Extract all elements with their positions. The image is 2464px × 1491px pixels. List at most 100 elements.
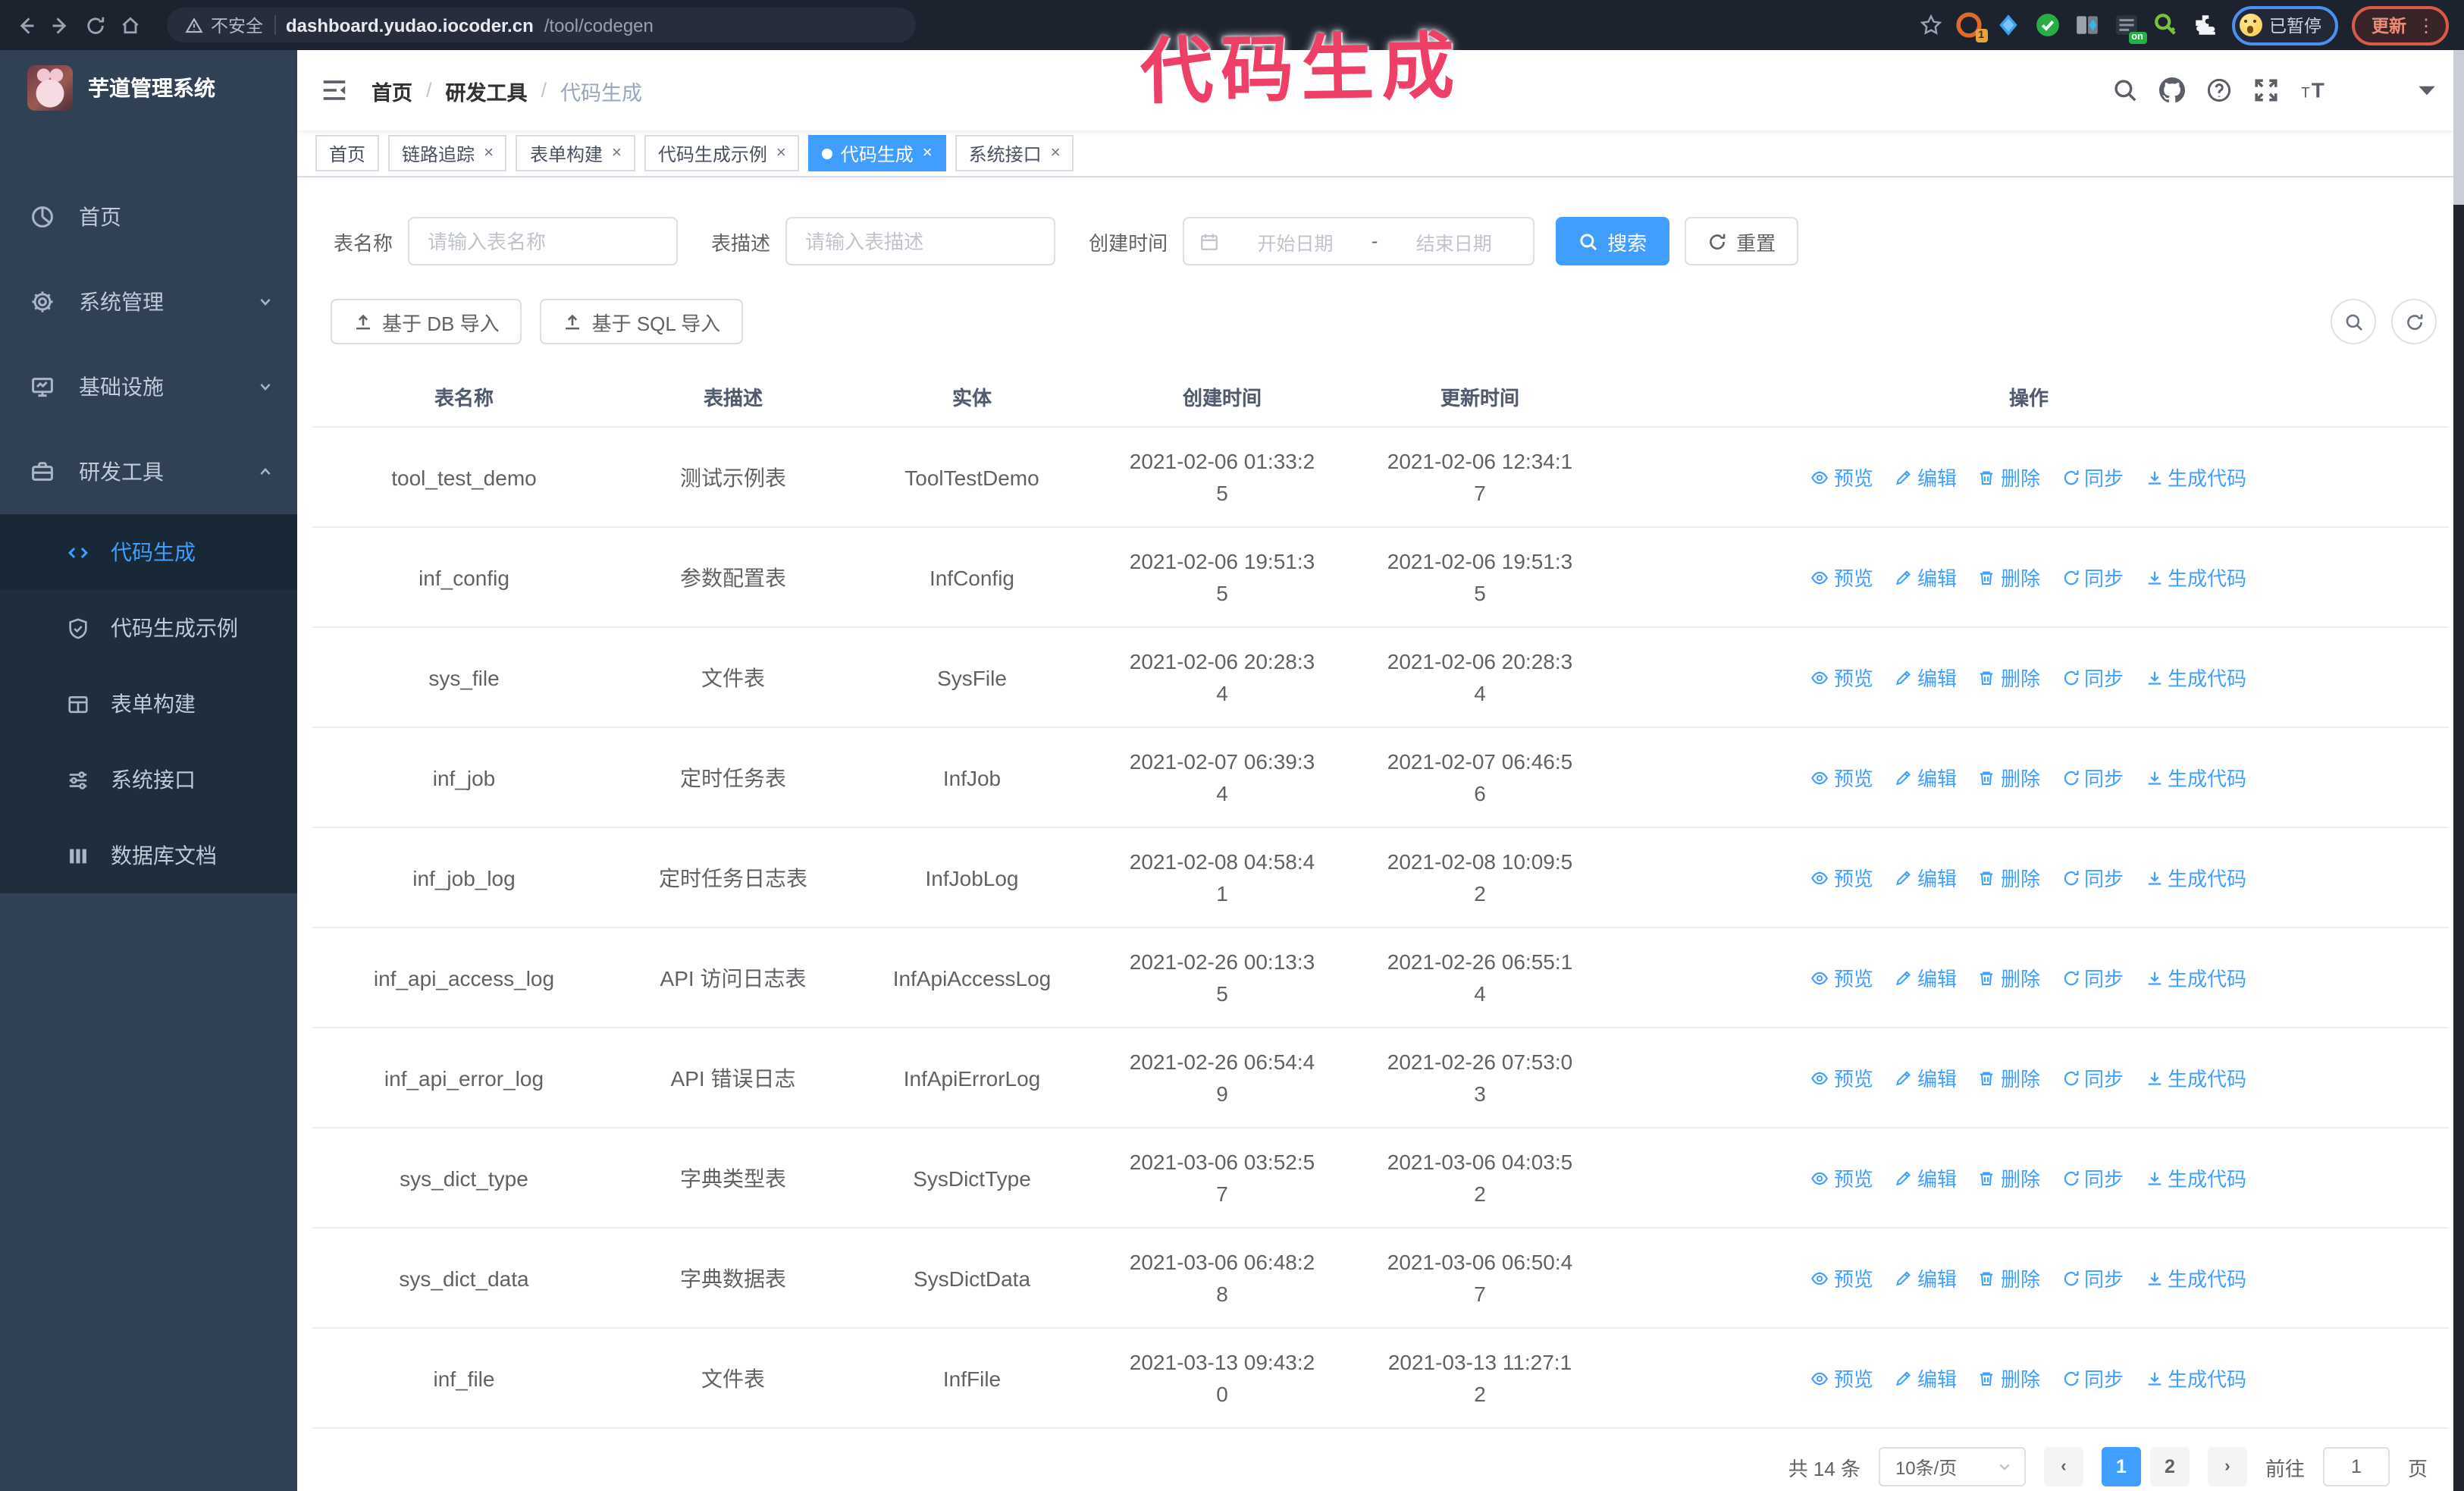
row-action-download[interactable]: 生成代码 — [2145, 663, 2246, 692]
row-action-delete[interactable]: 删除 — [1978, 463, 2040, 491]
row-action-download[interactable]: 生成代码 — [2145, 563, 2246, 592]
import-sql-button[interactable]: 基于 SQL 导入 — [540, 299, 744, 344]
forward-icon[interactable] — [50, 14, 71, 36]
row-action-edit[interactable]: 编辑 — [1895, 1063, 1957, 1092]
row-action-delete[interactable]: 删除 — [1978, 1364, 2040, 1392]
extension-orange-icon[interactable]: 1 — [1955, 12, 1987, 42]
tab-item[interactable]: 链路追踪 × — [388, 135, 507, 171]
close-icon[interactable]: × — [1051, 144, 1061, 162]
goto-page-input[interactable] — [2322, 1447, 2390, 1486]
row-action-eye[interactable]: 预览 — [1811, 863, 1873, 892]
sidebar-item[interactable]: 研发工具 — [0, 429, 297, 514]
row-action-edit[interactable]: 编辑 — [1895, 763, 1957, 792]
row-action-download[interactable]: 生成代码 — [2145, 463, 2246, 491]
row-action-eye[interactable]: 预览 — [1811, 1263, 1873, 1292]
row-action-edit[interactable]: 编辑 — [1895, 863, 1957, 892]
row-action-delete[interactable]: 删除 — [1978, 1263, 2040, 1292]
row-action-eye[interactable]: 预览 — [1811, 1163, 1873, 1192]
page-button-2[interactable]: 2 — [2149, 1447, 2190, 1486]
chrome-menu-icon[interactable]: ⋮ — [2417, 16, 2435, 34]
text-size-icon[interactable]: TT — [2300, 77, 2326, 103]
close-icon[interactable]: × — [484, 144, 494, 162]
row-action-edit[interactable]: 编辑 — [1895, 1263, 1957, 1292]
sidebar-subitem[interactable]: 表单构建 — [0, 666, 297, 742]
security-warning[interactable]: 不安全 — [185, 13, 263, 37]
tab-item[interactable]: 代码生成示例 × — [644, 135, 800, 171]
row-action-download[interactable]: 生成代码 — [2145, 1364, 2246, 1392]
row-action-edit[interactable]: 编辑 — [1895, 663, 1957, 692]
sidebar-subitem[interactable]: 代码生成示例 — [0, 590, 297, 666]
close-icon[interactable]: × — [923, 144, 933, 162]
home-icon[interactable] — [120, 14, 141, 36]
row-action-sync[interactable]: 同步 — [2061, 1063, 2124, 1092]
date-range-picker[interactable]: 开始日期 - 结束日期 — [1183, 217, 1535, 265]
search-icon[interactable] — [2112, 77, 2138, 103]
search-button[interactable]: 搜索 — [1556, 217, 1670, 265]
url-bar[interactable]: 不安全 dashboard.yudao.iocoder.cn/tool/code… — [167, 8, 916, 42]
row-action-eye[interactable]: 预览 — [1811, 763, 1873, 792]
tab-item[interactable]: 系统接口 × — [955, 135, 1074, 171]
row-action-eye[interactable]: 预览 — [1811, 663, 1873, 692]
prev-page-button[interactable]: ‹ — [2043, 1447, 2083, 1486]
table-name-input[interactable] — [408, 217, 679, 265]
browser-update-button[interactable]: 更新 ⋮ — [2352, 5, 2449, 45]
table-desc-input[interactable] — [785, 217, 1056, 265]
row-action-edit[interactable]: 编辑 — [1895, 1163, 1957, 1192]
sidebar-item[interactable]: 首页 — [0, 174, 297, 259]
row-action-sync[interactable]: 同步 — [2061, 663, 2124, 692]
tab-active[interactable]: 代码生成 × — [808, 135, 946, 171]
page-size-select[interactable]: 10条/页 — [1878, 1447, 2026, 1486]
tab-item[interactable]: 表单构建 × — [516, 135, 635, 171]
sidebar-item[interactable]: 基础设施 — [0, 344, 297, 429]
back-icon[interactable] — [15, 14, 36, 36]
row-action-delete[interactable]: 删除 — [1978, 963, 2040, 992]
sidebar-subitem[interactable]: 系统接口 — [0, 742, 297, 818]
sidebar-logo[interactable]: 芋道管理系统 — [0, 50, 297, 126]
row-action-delete[interactable]: 删除 — [1978, 863, 2040, 892]
sidebar-subitem[interactable]: 代码生成 — [0, 514, 297, 590]
extension-panels-icon[interactable] — [2074, 12, 2099, 38]
row-action-download[interactable]: 生成代码 — [2145, 963, 2246, 992]
row-action-edit[interactable]: 编辑 — [1895, 563, 1957, 592]
reload-icon[interactable] — [85, 14, 106, 36]
extensions-puzzle-icon[interactable] — [2192, 12, 2218, 38]
row-action-edit[interactable]: 编辑 — [1895, 1364, 1957, 1392]
row-action-edit[interactable]: 编辑 — [1895, 963, 1957, 992]
row-action-eye[interactable]: 预览 — [1811, 963, 1873, 992]
row-action-sync[interactable]: 同步 — [2061, 963, 2124, 992]
row-action-delete[interactable]: 删除 — [1978, 1063, 2040, 1092]
row-action-download[interactable]: 生成代码 — [2145, 1263, 2246, 1292]
sidebar-item[interactable]: 系统管理 — [0, 259, 297, 344]
row-action-eye[interactable]: 预览 — [1811, 563, 1873, 592]
chevron-down-icon[interactable] — [2414, 77, 2440, 103]
row-action-edit[interactable]: 编辑 — [1895, 463, 1957, 491]
row-action-download[interactable]: 生成代码 — [2145, 863, 2246, 892]
row-action-sync[interactable]: 同步 — [2061, 863, 2124, 892]
profile-paused-badge[interactable]: 已暂停 — [2231, 5, 2338, 45]
extension-list-icon[interactable]: on — [2113, 12, 2146, 44]
row-action-sync[interactable]: 同步 — [2061, 563, 2124, 592]
help-icon[interactable] — [2206, 77, 2232, 103]
extension-key-icon[interactable] — [2152, 12, 2178, 38]
row-action-download[interactable]: 生成代码 — [2145, 1063, 2246, 1092]
toggle-search-button[interactable] — [2331, 299, 2376, 344]
bookmark-star-icon[interactable] — [1919, 14, 1942, 36]
tab-item[interactable]: 首页 — [315, 135, 380, 171]
close-icon[interactable]: × — [776, 144, 786, 162]
reset-button[interactable]: 重置 — [1685, 217, 1799, 265]
refresh-table-button[interactable] — [2391, 299, 2437, 344]
row-action-sync[interactable]: 同步 — [2061, 1364, 2124, 1392]
hamburger-icon[interactable] — [297, 76, 371, 105]
breadcrumb-devtools[interactable]: 研发工具 — [446, 75, 528, 105]
row-action-delete[interactable]: 删除 — [1978, 763, 2040, 792]
github-icon[interactable] — [2159, 77, 2185, 103]
row-action-eye[interactable]: 预览 — [1811, 1364, 1873, 1392]
row-action-sync[interactable]: 同步 — [2061, 463, 2124, 491]
row-action-eye[interactable]: 预览 — [1811, 463, 1873, 491]
row-action-sync[interactable]: 同步 — [2061, 1263, 2124, 1292]
row-action-download[interactable]: 生成代码 — [2145, 763, 2246, 792]
row-action-delete[interactable]: 删除 — [1978, 563, 2040, 592]
next-page-button[interactable]: › — [2207, 1447, 2247, 1486]
extension-green-check-icon[interactable] — [2034, 12, 2060, 38]
extension-blue-gem-icon[interactable] — [1995, 12, 2020, 38]
